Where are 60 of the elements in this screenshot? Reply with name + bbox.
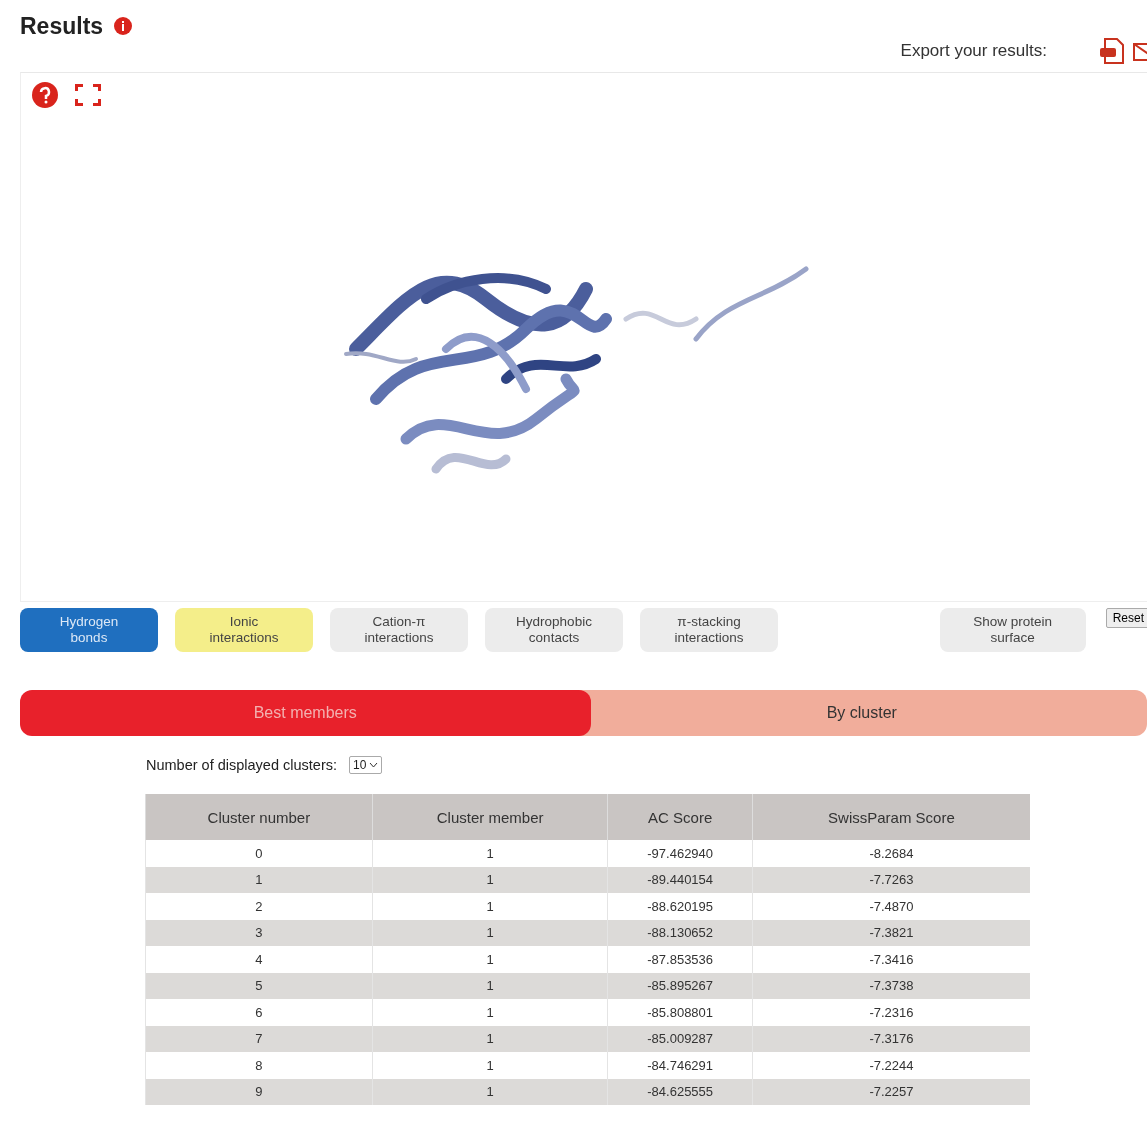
table-cell: 1 [372, 840, 608, 867]
interaction-toggle[interactable]: Hydrophobic contacts [485, 608, 623, 652]
help-icon[interactable] [31, 81, 59, 109]
export-label: Export your results: [900, 41, 1047, 61]
table-cell: 1 [145, 866, 373, 893]
table-cell: 4 [145, 946, 373, 973]
table-cell: -7.3738 [752, 972, 1030, 999]
table-cell: 7 [145, 1025, 373, 1052]
fullscreen-icon[interactable] [73, 82, 103, 108]
table-cell: 5 [145, 972, 373, 999]
table-cell: 1 [372, 972, 608, 999]
table-cell: 3 [145, 919, 373, 946]
table-cell: -88.130652 [608, 919, 753, 946]
table-cell: 1 [372, 946, 608, 973]
table-cell: 0 [145, 840, 373, 867]
pdf-file-icon[interactable] [1097, 36, 1127, 66]
interaction-toggle[interactable]: Hydrogen bonds [20, 608, 158, 652]
table-cell: -88.620195 [608, 893, 753, 920]
table-cell: -84.625555 [608, 1078, 753, 1105]
table-cell: 6 [145, 999, 373, 1026]
table-cell: -89.440154 [608, 866, 753, 893]
table-cell: 1 [372, 1078, 608, 1105]
table-cell: -7.2244 [752, 1052, 1030, 1079]
column-header: Cluster member [372, 794, 608, 840]
surface-toggle[interactable]: Show protein surface [939, 608, 1086, 652]
table-cell: -85.808801 [608, 999, 753, 1026]
caret-icon [369, 762, 379, 768]
interaction-toggle[interactable]: π-stacking interactions [640, 608, 778, 652]
reset-button[interactable]: Reset [1105, 608, 1147, 628]
table-cell: -87.853536 [608, 946, 753, 973]
clusters-select[interactable]: 10 [349, 756, 383, 774]
table-cell: -84.746291 [608, 1052, 753, 1079]
table-cell: -7.2316 [752, 999, 1030, 1026]
table-cell: -7.7263 [752, 866, 1030, 893]
table-cell: 1 [372, 866, 608, 893]
table-cell: 1 [372, 1025, 608, 1052]
table-cell: 9 [145, 1078, 373, 1105]
table-cell: -85.895267 [608, 972, 753, 999]
table-cell: -7.3821 [752, 919, 1030, 946]
table-cell: -8.2684 [752, 840, 1030, 867]
table-cell: -85.009287 [608, 1025, 753, 1052]
table-cell: 1 [372, 1052, 608, 1079]
interaction-toggle[interactable]: Ionic interactions [175, 608, 313, 652]
table-cell: 2 [145, 893, 373, 920]
info-icon[interactable] [113, 16, 134, 36]
table-cell: -7.3176 [752, 1025, 1030, 1052]
table-cell: 1 [372, 999, 608, 1026]
table-cell: 1 [372, 919, 608, 946]
table-cell: -7.4870 [752, 893, 1030, 920]
page-title: Results [20, 12, 104, 40]
clusters-label: Number of displayed clusters: [146, 757, 337, 773]
table-cell: -7.2257 [752, 1078, 1030, 1105]
table-cell: -97.462940 [608, 840, 753, 867]
table-cell: -7.3416 [752, 946, 1030, 973]
table-cell: 1 [372, 893, 608, 920]
column-header: Cluster number [145, 794, 373, 840]
column-header: SwissParam Score [752, 794, 1030, 840]
table-cell: 8 [145, 1052, 373, 1079]
interaction-toggle[interactable]: Cation-π interactions [330, 608, 468, 652]
column-header: AC Score [608, 794, 753, 840]
